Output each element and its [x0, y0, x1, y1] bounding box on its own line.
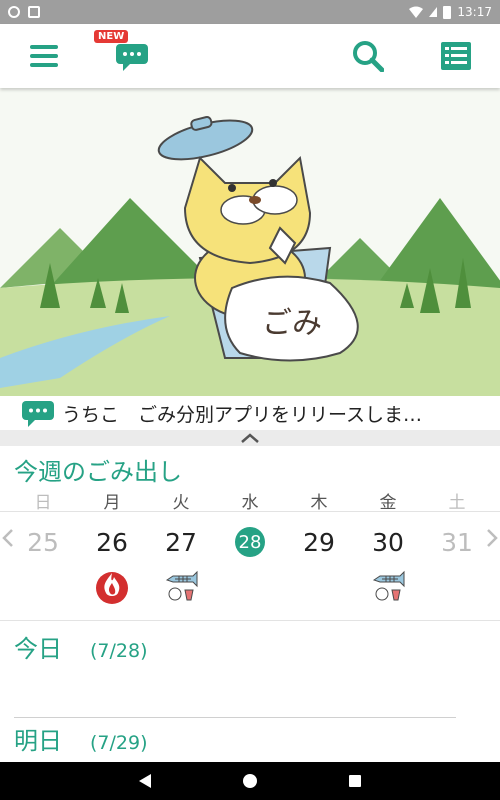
garbage-type-row: [0, 566, 500, 606]
back-button[interactable]: [138, 773, 152, 789]
search-icon: [353, 41, 384, 72]
date-cell[interactable]: 31: [432, 522, 482, 562]
signal-icon: [429, 7, 438, 17]
chat-bubble-icon: [116, 44, 148, 71]
weekday-label: 月: [103, 493, 121, 513]
battery-icon: [443, 5, 452, 19]
resource-fishbone-icon: [165, 570, 198, 601]
weekday-label: 金: [379, 493, 397, 513]
resource-fishbone-icon: [372, 570, 405, 601]
wifi-icon: [409, 6, 424, 18]
collapse-toggle[interactable]: [0, 430, 500, 446]
home-circle-icon: [243, 774, 257, 788]
tomorrow-label: 明日: [14, 727, 62, 755]
divider: [14, 717, 456, 718]
weekday-label: 土: [448, 493, 466, 513]
home-button[interactable]: [242, 773, 258, 789]
today-header[interactable]: 今日 (7/28): [14, 629, 148, 664]
recents-square-icon: [349, 775, 361, 787]
weekday-label: 日: [34, 493, 52, 513]
status-time: 13:17: [457, 5, 492, 19]
search-button[interactable]: [340, 24, 396, 88]
date-cell-today[interactable]: 28: [225, 522, 275, 562]
week-title: 今週のごみ出し: [14, 458, 182, 486]
date-cell[interactable]: 29: [294, 522, 344, 562]
empty-slot: [225, 566, 275, 606]
today-label: 今日: [14, 635, 62, 663]
tomorrow-header[interactable]: 明日 (7/29): [14, 721, 148, 756]
bag-text: ごみ: [262, 306, 322, 341]
empty-slot: [294, 566, 344, 606]
date-cell[interactable]: 26: [87, 522, 137, 562]
list-view-button[interactable]: [428, 24, 484, 88]
today-marker: 28: [235, 527, 265, 557]
date-cell[interactable]: 25: [18, 522, 68, 562]
weekday-row: 日 月 火 水 木 金 土: [0, 488, 500, 513]
list-icon: [441, 42, 471, 70]
weekday-label: 水: [241, 493, 259, 513]
status-bar: 13:17: [0, 0, 500, 24]
system-nav-bar: [0, 762, 500, 800]
notice-text: うちこ ごみ分別アプリをリリースしま…: [62, 403, 423, 426]
weekday-label: 火: [172, 493, 190, 513]
date-cell[interactable]: 30: [363, 522, 413, 562]
day-details: 今日 (7/28) 明日 (7/29): [0, 620, 500, 762]
tomorrow-date: (7/29): [90, 732, 148, 754]
sd-card-icon: [28, 6, 40, 18]
notice-item[interactable]: うちこ ごみ分別アプリをリリースしま…: [0, 396, 500, 430]
hamburger-menu-icon: [30, 45, 58, 67]
recents-button[interactable]: [348, 774, 362, 788]
resource-slot[interactable]: [363, 566, 413, 606]
burnable-fire-icon: [96, 572, 128, 604]
menu-button[interactable]: [16, 24, 72, 88]
today-date: (7/28): [90, 640, 148, 662]
cat-trash-illustration: ごみ: [0, 88, 500, 396]
date-row: 25 26 27 28 29 30 31: [0, 522, 500, 562]
weekday-label: 木: [310, 493, 328, 513]
new-badge: NEW: [94, 30, 129, 43]
notification-icon: [8, 6, 20, 18]
chat-bubble-icon: [22, 401, 54, 427]
app-toolbar: NEW: [0, 24, 500, 88]
empty-slot: [18, 566, 68, 606]
resource-slot[interactable]: [156, 566, 206, 606]
empty-slot: [432, 566, 482, 606]
date-cell[interactable]: 27: [156, 522, 206, 562]
promo-banner[interactable]: ごみ: [0, 88, 500, 396]
back-triangle-icon: [139, 774, 151, 788]
burnable-slot[interactable]: [87, 566, 137, 606]
chevron-up-icon: [241, 433, 259, 443]
